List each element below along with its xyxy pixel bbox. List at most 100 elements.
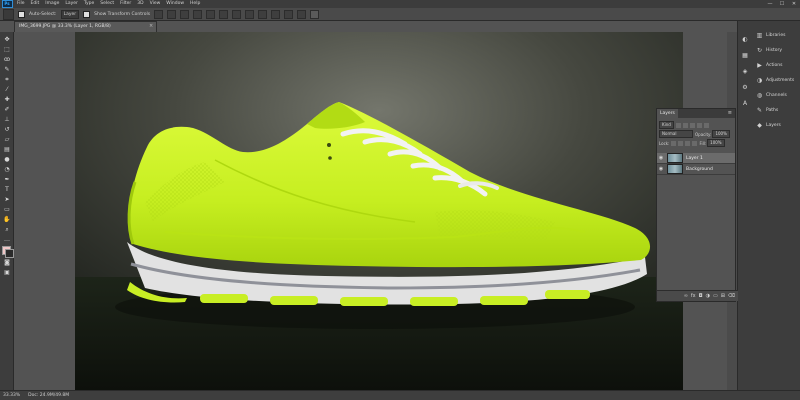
filter-pixel-icon[interactable]	[675, 122, 681, 128]
auto-select-dropdown[interactable]: Layer	[60, 9, 80, 19]
pen-tool-icon[interactable]: ✒	[2, 176, 12, 184]
move-tool-preset-icon[interactable]	[3, 8, 14, 20]
hand-tool-icon[interactable]: ✋	[2, 216, 12, 224]
layer-filter-dropdown[interactable]: Kind	[659, 121, 674, 129]
opacity-field[interactable]: 100%	[712, 130, 730, 138]
align-right-icon[interactable]	[219, 9, 229, 19]
distribute-left-icon[interactable]	[271, 9, 281, 19]
panel-menu-icon[interactable]: ≡	[728, 109, 732, 118]
align-top-icon[interactable]	[154, 9, 164, 19]
styles-panel-icon[interactable]: ◈	[741, 67, 749, 75]
more-tools-icon[interactable]: …	[2, 236, 12, 244]
close-window-button[interactable]: ✕	[788, 0, 800, 8]
align-bottom-icon[interactable]	[180, 9, 190, 19]
layers-panel-header: Layers ≡	[657, 109, 735, 118]
panel-actions[interactable]: ▶ Actions	[756, 60, 800, 71]
type-tool-icon[interactable]: T	[2, 186, 12, 194]
path-selection-tool-icon[interactable]: ➤	[2, 196, 12, 204]
maximize-button[interactable]: ☐	[776, 0, 788, 8]
menu-image[interactable]: Image	[42, 0, 62, 8]
layer-row-layer-1[interactable]: ◉ Layer 1	[657, 153, 735, 164]
history-brush-tool-icon[interactable]: ↺	[2, 126, 12, 134]
fx-icon[interactable]: fx	[691, 293, 696, 299]
panel-layers[interactable]: ◆ Layers	[756, 120, 800, 131]
zoom-readout[interactable]: 33.33%	[3, 393, 20, 398]
layer-row-background[interactable]: ◉ Background	[657, 164, 735, 175]
color-panel-icon[interactable]: ◐	[741, 35, 749, 43]
link-icon[interactable]: ∞	[684, 293, 688, 299]
align-center-icon[interactable]	[206, 9, 216, 19]
swatches-panel-icon[interactable]: ▦	[741, 51, 749, 59]
minimize-button[interactable]: —	[764, 0, 776, 8]
crop-tool-icon[interactable]: ⌗	[2, 76, 12, 84]
menu-file[interactable]: File	[14, 0, 28, 8]
new-layer-icon[interactable]: ⊞	[721, 293, 725, 299]
healing-brush-tool-icon[interactable]: ✚	[2, 96, 12, 104]
zoom-tool-icon[interactable]: ⌕	[2, 226, 12, 234]
lock-position-icon[interactable]	[685, 140, 691, 146]
adjustment-icon[interactable]: ◑	[706, 293, 710, 299]
clone-stamp-tool-icon[interactable]: ⊥	[2, 116, 12, 124]
filter-adjustment-icon[interactable]	[682, 122, 688, 128]
filter-type-icon[interactable]	[689, 122, 695, 128]
menu-window[interactable]: Window	[163, 0, 187, 8]
lock-all-icon[interactable]	[692, 140, 698, 146]
lock-image-icon[interactable]	[678, 140, 684, 146]
folder-icon[interactable]: ▭	[713, 293, 718, 299]
canvas-area[interactable]	[75, 32, 683, 390]
align-left-icon[interactable]	[193, 9, 203, 19]
tab-layers[interactable]: Layers	[657, 109, 678, 118]
eraser-tool-icon[interactable]: ▱	[2, 136, 12, 144]
distribute-bottom-icon[interactable]	[258, 9, 268, 19]
mask-icon[interactable]: ◘	[699, 293, 703, 299]
close-document-button[interactable]: ×	[149, 23, 153, 29]
screen-mode-icon[interactable]: ▣	[2, 269, 12, 277]
menu-select[interactable]: Select	[97, 0, 117, 8]
move-tool-icon[interactable]: ✥	[2, 36, 12, 44]
panel-adjustments[interactable]: ◑ Adjustments	[756, 75, 800, 86]
panel-paths[interactable]: ✎ Paths	[756, 105, 800, 116]
document-tab[interactable]: IMG_3699.JPG @ 33.3% (Layer 1, RGB/8)	[14, 21, 157, 32]
quick-mask-icon[interactable]: ◙	[2, 259, 12, 267]
menu-type[interactable]: Type	[81, 0, 97, 8]
visibility-eye-icon[interactable]: ◉	[657, 155, 665, 161]
brush-tool-icon[interactable]: ✐	[2, 106, 12, 114]
fill-field[interactable]: 100%	[707, 139, 725, 147]
lock-transparent-icon[interactable]	[671, 140, 677, 146]
menu-filter[interactable]: Filter	[117, 0, 134, 8]
panel-channels[interactable]: ◍ Channels	[756, 90, 800, 101]
dodge-tool-icon[interactable]: ◔	[2, 166, 12, 174]
filter-smart-object-icon[interactable]	[703, 122, 709, 128]
panel-libraries[interactable]: ▥ Libraries	[756, 30, 800, 41]
quick-select-tool-icon[interactable]: ✎	[2, 66, 12, 74]
blur-tool-icon[interactable]: ●	[2, 156, 12, 164]
menu-help[interactable]: Help	[187, 0, 203, 8]
eyedropper-tool-icon[interactable]: ⁄	[2, 86, 12, 94]
menu-layer[interactable]: Layer	[62, 0, 81, 8]
auto-select-checkbox[interactable]	[18, 10, 25, 18]
3d-mode-icon[interactable]	[310, 9, 320, 19]
shape-tool-icon[interactable]: ▭	[2, 206, 12, 214]
marquee-tool-icon[interactable]: ⬚	[2, 46, 12, 54]
trash-icon[interactable]: ⌫	[728, 293, 735, 299]
menu-edit[interactable]: Edit	[28, 0, 43, 8]
blend-mode-dropdown[interactable]: Normal	[659, 130, 693, 138]
menu-view[interactable]: View	[147, 0, 164, 8]
panel-channels-label: Channels	[766, 93, 787, 98]
lasso-tool-icon[interactable]: ꝏ	[2, 56, 12, 64]
gradient-tool-icon[interactable]: ▤	[2, 146, 12, 154]
panel-history[interactable]: ↻ History	[756, 45, 800, 56]
distribute-top-icon[interactable]	[232, 9, 242, 19]
character-panel-icon[interactable]: A	[741, 99, 749, 107]
show-transform-checkbox[interactable]	[83, 10, 91, 18]
distribute-right-icon[interactable]	[297, 9, 307, 19]
filter-shape-icon[interactable]	[696, 122, 702, 128]
properties-panel-icon[interactable]: ⚙	[741, 83, 749, 91]
background-color-swatch[interactable]	[5, 249, 14, 258]
tools-panel: ✥ ⬚ ꝏ ✎ ⌗ ⁄ ✚ ✐ ⊥ ↺ ▱ ▤ ● ◔ ✒ T ➤ ▭ ✋ ⌕ …	[0, 32, 14, 390]
visibility-eye-icon[interactable]: ◉	[657, 166, 665, 172]
distribute-middle-icon[interactable]	[245, 9, 255, 19]
menu-3d[interactable]: 3D	[134, 0, 146, 8]
distribute-center-icon[interactable]	[284, 9, 294, 19]
align-middle-icon[interactable]	[167, 9, 177, 19]
